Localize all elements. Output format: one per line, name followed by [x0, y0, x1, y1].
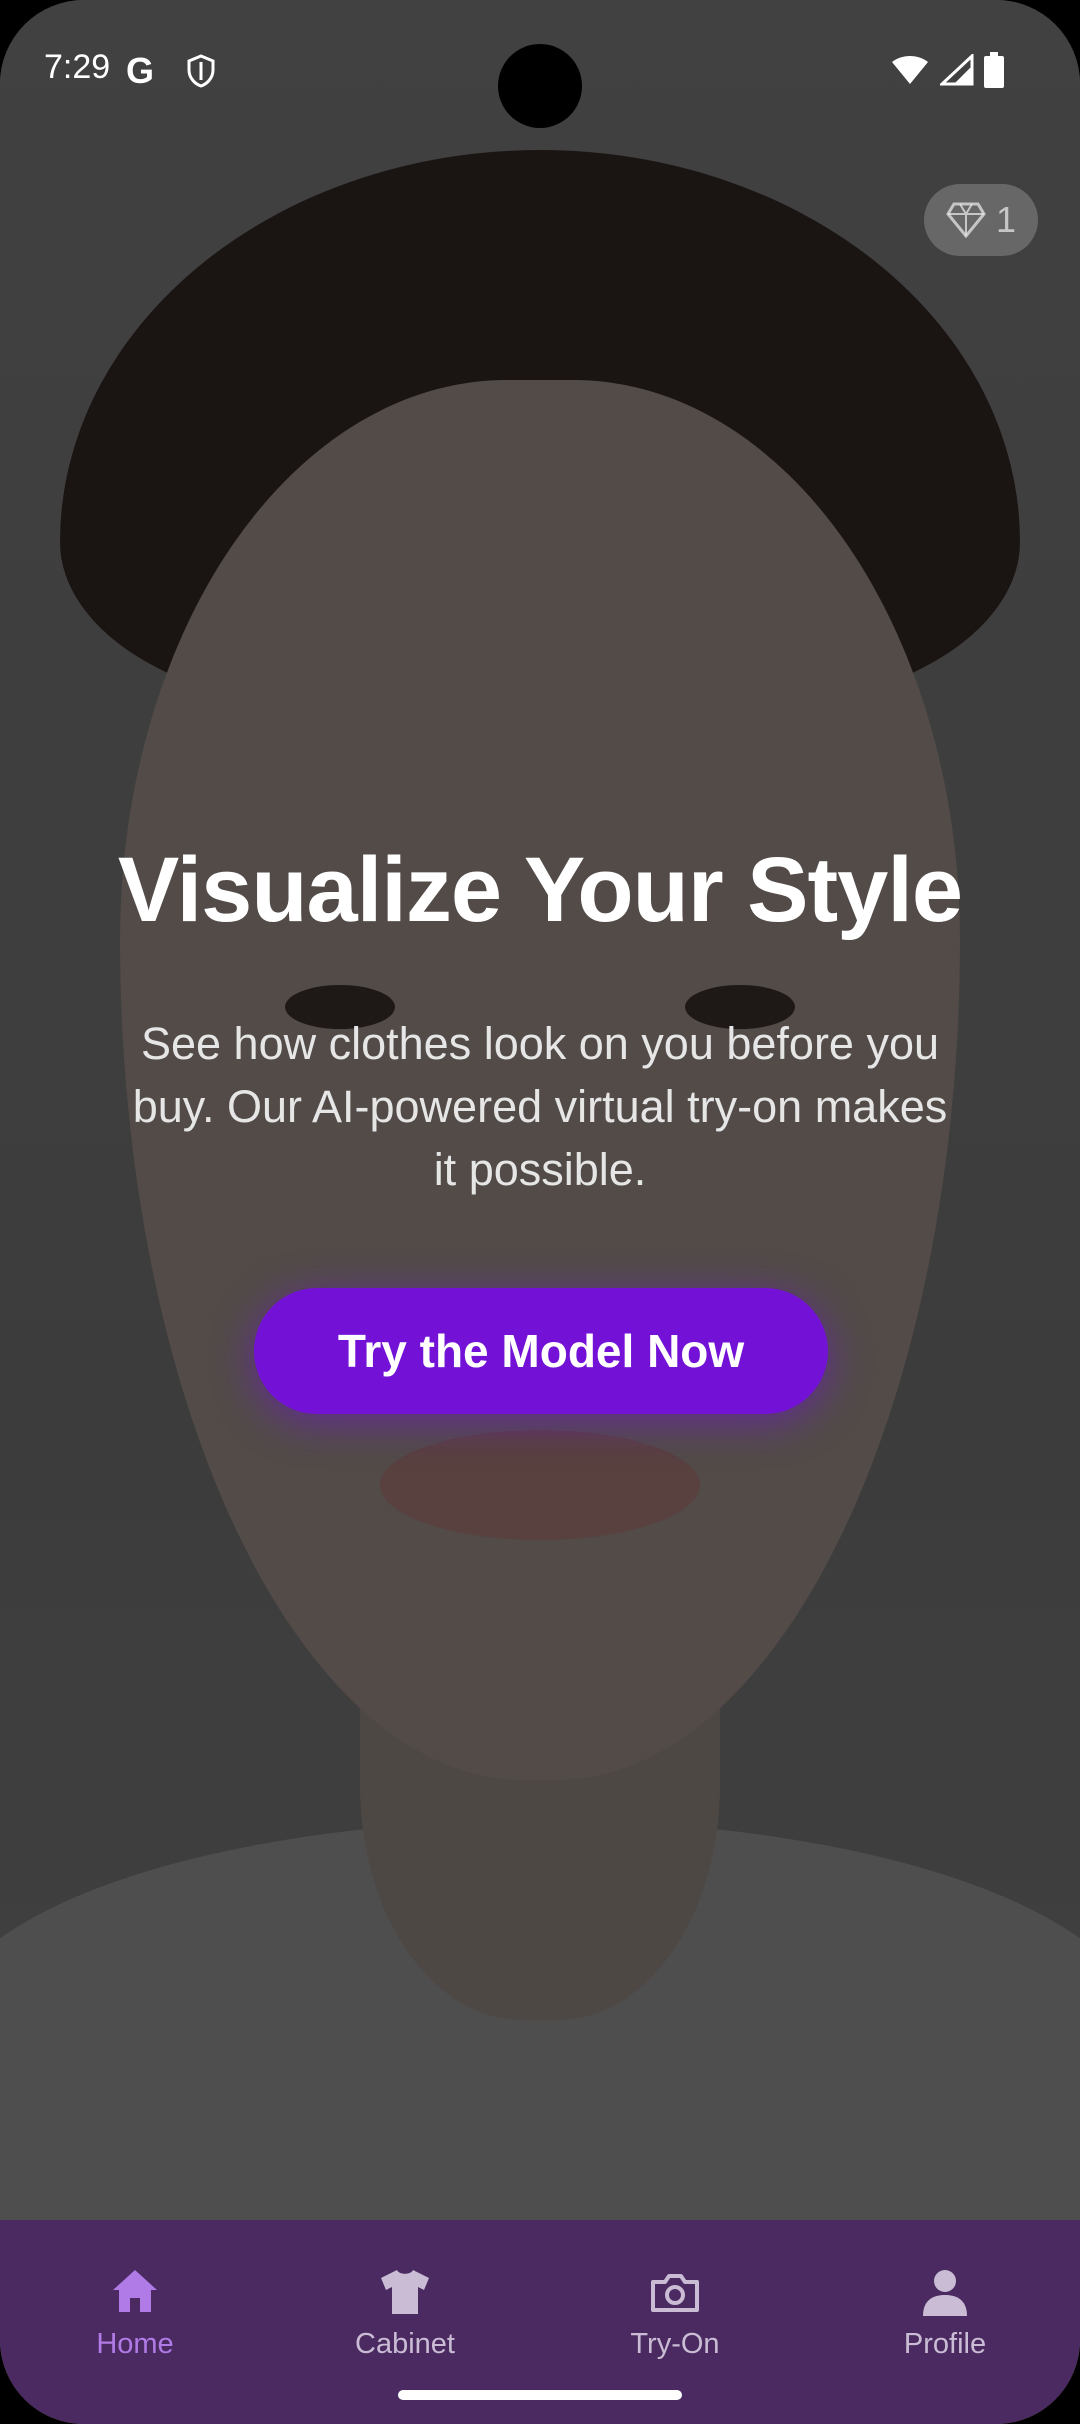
nav-item-profile[interactable]: Profile [845, 2266, 1045, 2361]
shirt-icon [381, 2270, 429, 2314]
nav-item-cabinet[interactable]: Cabinet [305, 2266, 505, 2361]
shield-icon [187, 54, 215, 88]
person-icon [923, 2270, 967, 2316]
home-icon [113, 2270, 157, 2312]
dark-overlay [0, 0, 1080, 2424]
hero-subtitle: See how clothes look on you before you b… [132, 1018, 948, 1195]
try-model-button[interactable]: Try the Model Now [254, 1288, 828, 1414]
status-time: 7:29 [44, 48, 111, 86]
nav-item-try-on[interactable]: Try-On [575, 2266, 775, 2361]
camera-icon [651, 2274, 699, 2312]
credits-count: 1 [995, 199, 1017, 240]
google-icon: G [126, 50, 155, 91]
nav-label-try-on: Try-On [630, 2328, 720, 2360]
wifi-icon [892, 56, 928, 84]
nav-label-cabinet: Cabinet [355, 2328, 455, 2360]
credits-badge[interactable]: 1 [924, 184, 1038, 256]
front-camera [498, 44, 582, 128]
nav-item-home[interactable]: Home [35, 2266, 235, 2361]
nav-label-profile: Profile [903, 2328, 987, 2360]
diamond-icon [946, 202, 986, 238]
home-indicator[interactable] [398, 2390, 682, 2400]
status-bar: 7:29 G [0, 0, 1080, 140]
battery-icon [984, 52, 1004, 88]
app-screen: 7:29 G 1 Visualize Your Style See how cl… [0, 0, 1080, 2424]
nav-label-home: Home [96, 2328, 174, 2360]
hero-title: Visualize Your Style [117, 839, 963, 941]
signal-icon [940, 54, 974, 86]
